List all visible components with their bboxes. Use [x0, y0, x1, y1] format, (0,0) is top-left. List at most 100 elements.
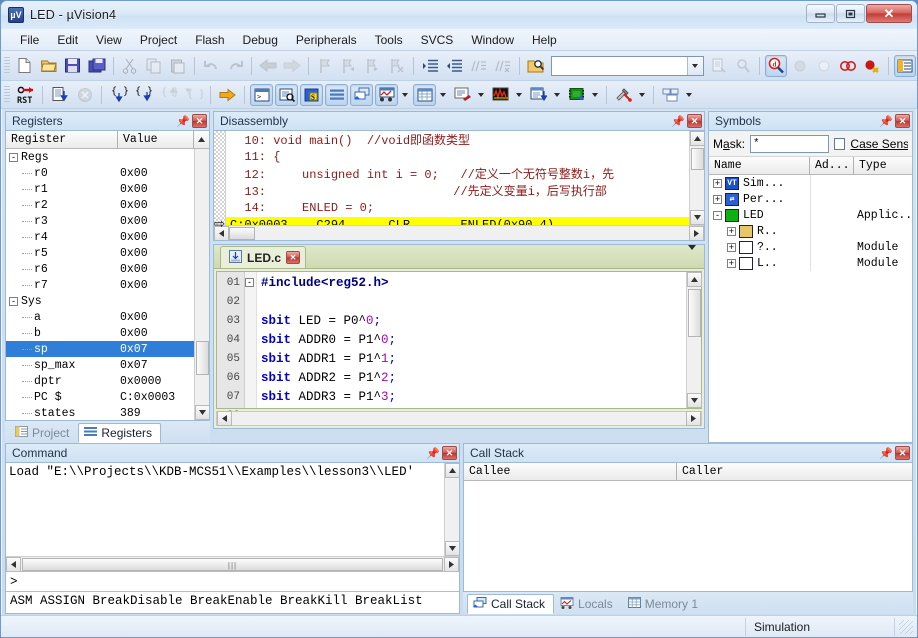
symbol-row[interactable]: +L..Module [709, 255, 912, 271]
analysis-window-dropdown-icon[interactable] [513, 84, 525, 106]
expand-icon[interactable]: + [713, 195, 722, 204]
tab-locals[interactable]: Locals [554, 594, 622, 614]
case-sensitive-checkbox[interactable] [834, 138, 846, 150]
menu-file[interactable]: File [11, 31, 48, 49]
register-row[interactable]: states389 [6, 405, 194, 420]
editor-code-line[interactable]: sbit LED = P0^0; [257, 312, 686, 331]
disassembly-code[interactable]: 10: void main() //void即函数类型 11: { 12: un… [226, 131, 689, 225]
scroll-up-icon[interactable] [690, 131, 705, 146]
command-output[interactable]: Load "E:\\Projects\\KDB-MCS51\\Examples\… [6, 463, 444, 556]
undo-icon[interactable] [200, 55, 222, 77]
register-row[interactable]: r60x00 [6, 261, 194, 277]
column-register[interactable]: Register [6, 131, 118, 148]
disassembly-line[interactable]: C:0x0003 C294 CLR ENLED(0x90.4) [226, 217, 689, 225]
register-row[interactable]: sp0x07 [6, 341, 194, 357]
column-address[interactable]: Ad... [810, 157, 854, 174]
watch-window-dropdown-icon[interactable] [399, 84, 411, 106]
new-file-icon[interactable] [14, 55, 36, 77]
bookmark-clear-icon[interactable] [386, 55, 408, 77]
menu-project[interactable]: Project [131, 31, 186, 49]
navigate-back-icon[interactable] [257, 55, 279, 77]
disassembly-line[interactable]: 13: //先定义变量i，后写执行部 [226, 183, 689, 200]
editor-code-line[interactable]: sbit ENLED = P1^4; [257, 407, 686, 408]
scroll-right-icon[interactable] [444, 557, 459, 572]
pin-icon[interactable]: 📌 [879, 446, 893, 460]
register-row[interactable]: -Regs [6, 149, 194, 165]
register-row[interactable]: -Sys [6, 293, 194, 309]
scroll-down-icon[interactable] [195, 405, 210, 420]
outdent-icon[interactable] [444, 55, 466, 77]
register-row[interactable]: r30x00 [6, 213, 194, 229]
system-viewer-icon[interactable] [565, 84, 588, 106]
toolbox-dropdown-icon[interactable] [636, 84, 648, 106]
column-caller[interactable]: Caller [677, 463, 912, 480]
column-name[interactable]: Name [709, 157, 810, 174]
disassembly-window-icon[interactable] [275, 84, 298, 106]
scroll-down-icon[interactable] [690, 210, 705, 225]
register-row[interactable]: b0x00 [6, 325, 194, 341]
editor-code-line[interactable]: sbit ADDR2 = P1^2; [257, 369, 686, 388]
command-window-icon[interactable]: >_ [250, 84, 273, 106]
reset-cpu-icon[interactable]: RST [14, 84, 37, 106]
expand-icon[interactable]: + [727, 227, 736, 236]
run-to-cursor-icon[interactable]: { } [182, 84, 205, 106]
fold-toggle-icon[interactable]: - [245, 278, 254, 287]
system-viewer-dropdown-icon[interactable] [589, 84, 601, 106]
collapse-icon[interactable]: - [713, 211, 722, 220]
find-magnifier-icon[interactable]: d [765, 55, 787, 77]
column-callee[interactable]: Callee [464, 463, 677, 480]
step-into-icon[interactable]: { } [107, 84, 130, 106]
navigate-forward-icon[interactable] [281, 55, 303, 77]
register-row[interactable]: a0x00 [6, 309, 194, 325]
uncomment-lines-icon[interactable] [492, 55, 514, 77]
insert-file-icon[interactable] [708, 55, 730, 77]
register-row[interactable]: sp_max0x07 [6, 357, 194, 373]
menu-debug[interactable]: Debug [234, 31, 287, 49]
scroll-left-icon[interactable] [6, 557, 21, 572]
menu-peripherals[interactable]: Peripherals [287, 31, 366, 49]
registers-scroll-up-icon[interactable] [194, 131, 209, 148]
register-row[interactable]: r70x00 [6, 277, 194, 293]
toolbar-grip[interactable] [4, 86, 10, 104]
command-hscrollbar[interactable]: ||| [6, 556, 459, 571]
indent-icon[interactable] [419, 55, 441, 77]
menu-svcs[interactable]: SVCS [412, 31, 463, 49]
editor-code-line[interactable] [257, 293, 686, 312]
registers-vscrollbar[interactable] [194, 149, 209, 420]
command-close-icon[interactable]: ✕ [442, 446, 457, 460]
tab-call-stack[interactable]: Call Stack [467, 594, 554, 614]
redo-icon[interactable] [224, 55, 246, 77]
register-row[interactable]: r40x00 [6, 229, 194, 245]
mask-input[interactable]: * [750, 135, 829, 153]
menu-tools[interactable]: Tools [366, 31, 412, 49]
find-in-files-icon[interactable] [525, 55, 547, 77]
command-input[interactable]: > [6, 571, 459, 591]
editor-tab-led-c[interactable]: LED.c ✕ [220, 246, 306, 268]
show-next-statement-icon[interactable] [216, 84, 239, 106]
case-sensitive-label[interactable]: Case Sens [850, 137, 908, 151]
scroll-right-icon[interactable] [689, 226, 704, 241]
disassembly-line[interactable]: 14: ENLED = 0; [226, 200, 689, 217]
tab-project[interactable]: Project [9, 423, 78, 443]
collapse-icon[interactable]: - [9, 153, 18, 162]
editor-fold-cell[interactable] [245, 335, 256, 354]
search-combo-dropdown-icon[interactable] [687, 57, 703, 75]
trace-window-icon[interactable] [527, 84, 550, 106]
bookmark-prev-icon[interactable] [338, 55, 360, 77]
register-row[interactable]: PC $C:0x0003 [6, 389, 194, 405]
symbol-row[interactable]: +⇄Per... [709, 191, 912, 207]
debug-restore-views-dropdown-icon[interactable] [683, 84, 695, 106]
menu-help[interactable]: Help [523, 31, 566, 49]
registers-close-icon[interactable]: ✕ [192, 114, 207, 128]
editor-code-line[interactable]: #include<reg52.h> [257, 274, 686, 293]
open-file-icon[interactable] [38, 55, 60, 77]
disassembly-line[interactable]: 10: void main() //void即函数类型 [226, 132, 689, 149]
expand-icon[interactable]: + [727, 259, 736, 268]
editor-fold-cell[interactable] [245, 373, 256, 392]
copy-icon[interactable] [143, 55, 165, 77]
serial-window-dropdown-icon[interactable] [475, 84, 487, 106]
search-combo[interactable] [551, 56, 704, 76]
disassembly-hscrollbar[interactable] [214, 225, 704, 240]
editor-window-menu-icon[interactable] [688, 250, 696, 264]
watch-window-icon[interactable] [375, 84, 398, 106]
